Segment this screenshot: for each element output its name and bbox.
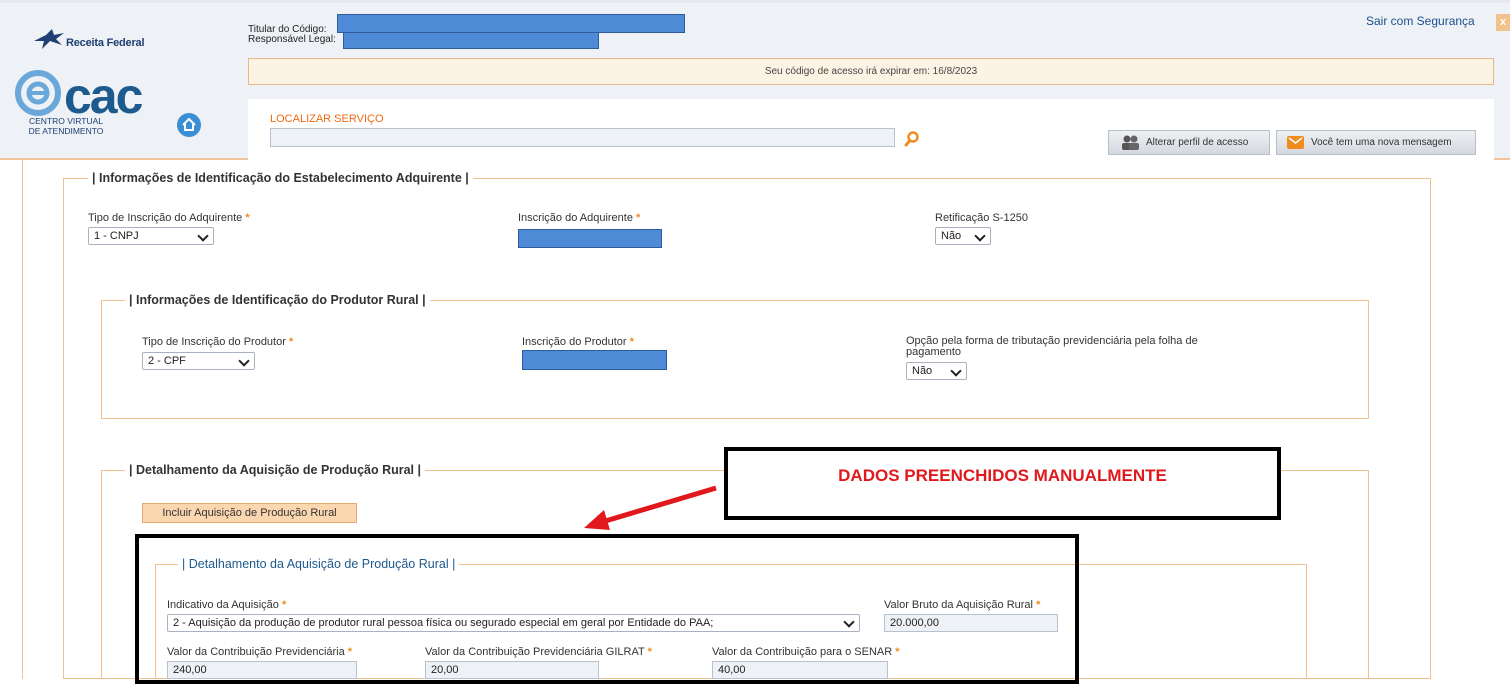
retificacao-label: Retificação S-1250 bbox=[935, 212, 1028, 224]
home-icon[interactable] bbox=[177, 113, 201, 137]
annotation-text: DADOS PREENCHIDOS MANUALMENTE bbox=[838, 466, 1167, 485]
search-input[interactable] bbox=[270, 128, 895, 147]
inscricao-adquirente-redaction[interactable] bbox=[518, 229, 662, 248]
inscricao-adquirente-label: Inscrição do Adquirente * bbox=[518, 212, 641, 224]
retificacao-select[interactable]: Não bbox=[935, 227, 991, 245]
chevron-down-icon bbox=[974, 230, 986, 242]
adquirente-legend: | Informações de Identificação do Estabe… bbox=[88, 171, 473, 185]
manual-data-highlight-box bbox=[135, 534, 1079, 684]
change-profile-button[interactable]: Alterar perfil de acesso bbox=[1108, 130, 1270, 155]
produtor-legend: | Informações de Identificação do Produt… bbox=[125, 293, 430, 307]
close-icon[interactable]: x bbox=[1496, 14, 1510, 31]
inscricao-produtor-redaction[interactable] bbox=[522, 350, 667, 370]
chevron-down-icon bbox=[238, 355, 250, 367]
tipo-adquirente-select[interactable]: 1 - CNPJ bbox=[88, 227, 214, 245]
tipo-produtor-value: 2 - CPF bbox=[148, 355, 186, 367]
logout-link[interactable]: Sair com Segurança bbox=[1366, 14, 1475, 30]
left-border bbox=[22, 160, 23, 679]
tipo-adquirente-value: 1 - CNPJ bbox=[94, 230, 139, 242]
inscricao-produtor-label: Inscrição do Produtor * bbox=[522, 336, 634, 348]
holder-redaction bbox=[337, 14, 685, 33]
ecac-e-icon bbox=[15, 70, 61, 116]
envelope-icon bbox=[1287, 136, 1304, 149]
ecac-logo-text: cac bbox=[64, 68, 143, 124]
opcao-tributacao-select[interactable]: Não bbox=[906, 362, 967, 380]
include-acquisition-button[interactable]: Incluir Aquisição de Produção Rural bbox=[142, 503, 357, 523]
produtor-fieldset bbox=[101, 300, 1369, 419]
change-profile-label: Alterar perfil de acesso bbox=[1146, 137, 1249, 148]
chevron-down-icon bbox=[197, 230, 209, 242]
house-glyph-icon bbox=[182, 117, 196, 131]
expire-notice: Seu código de acesso irá expirar em: 16/… bbox=[248, 58, 1494, 85]
tipo-adquirente-label: Tipo de Inscrição do Adquirente * bbox=[88, 212, 250, 224]
opcao-tributacao-value: Não bbox=[912, 365, 933, 377]
bird-logo-icon bbox=[34, 29, 64, 49]
tipo-produtor-select[interactable]: 2 - CPF bbox=[142, 352, 255, 370]
ecac-subtitle: CENTRO VIRTUAL DE ATENDIMENTO bbox=[28, 116, 104, 136]
opcao-tributacao-label: Opção pela forma de tributação previdenc… bbox=[906, 335, 1198, 358]
ecac-logo[interactable]: cac CENTRO VIRTUAL DE ATENDIMENTO bbox=[15, 68, 150, 152]
tipo-produtor-label: Tipo de Inscrição do Produtor * bbox=[142, 336, 294, 348]
annotation-arrow-icon bbox=[584, 485, 717, 530]
detalhamento-legend: | Detalhamento da Aquisição de Produção … bbox=[125, 463, 426, 477]
search-icon[interactable] bbox=[904, 131, 920, 147]
users-icon bbox=[1122, 135, 1139, 150]
new-message-button[interactable]: Você tem uma nova mensagem bbox=[1276, 130, 1476, 155]
receita-federal-logo[interactable]: Receita Federal bbox=[32, 27, 162, 53]
retificacao-value: Não bbox=[941, 230, 962, 242]
legal-responsible-label: Responsável Legal: bbox=[248, 34, 336, 45]
chevron-down-icon bbox=[950, 365, 962, 377]
new-message-label: Você tem uma nova mensagem bbox=[1311, 137, 1452, 148]
search-label: LOCALIZAR SERVIÇO bbox=[270, 113, 384, 125]
agency-logo-text: Receita Federal bbox=[66, 37, 145, 49]
legal-redaction bbox=[343, 32, 599, 49]
